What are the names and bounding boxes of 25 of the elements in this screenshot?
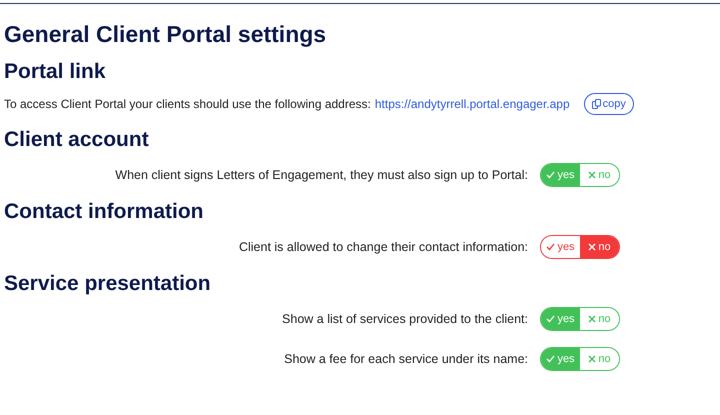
close-icon	[588, 355, 596, 363]
yes-option[interactable]: yes	[541, 348, 580, 370]
section-heading: Client account	[4, 127, 150, 153]
portal-link[interactable]: https://andytyrrell.portal.engager.app	[374, 97, 570, 111]
check-icon	[546, 243, 556, 251]
section-heading: Portal link	[4, 59, 107, 85]
setting-label: Client is allowed to change their contact information:	[238, 240, 528, 254]
copy-button[interactable]: copy	[584, 93, 634, 115]
yes-option[interactable]: yes	[541, 164, 580, 186]
close-icon	[588, 243, 596, 251]
check-icon	[546, 171, 556, 179]
check-icon	[546, 315, 556, 323]
section-heading: Service presentation	[4, 271, 212, 297]
instruction-text: To access Client Portal your clients should use the following address:	[4, 97, 371, 111]
no-option[interactable]: no	[580, 236, 619, 258]
yes-option[interactable]: yes	[541, 308, 580, 330]
page-title: General Client Portal settings	[4, 20, 328, 48]
setting-label: When client signs Letters of Engagement, they must also sign up to Portal:	[114, 168, 528, 182]
setting-label: Show a fee for each service under its name:	[283, 352, 528, 366]
setting-label: Show a list of services provided to the client:	[281, 312, 528, 326]
close-icon	[588, 171, 596, 179]
copy-icon	[592, 99, 601, 109]
close-icon	[588, 315, 596, 323]
check-icon	[546, 355, 556, 363]
section-heading: Contact information	[4, 199, 204, 225]
